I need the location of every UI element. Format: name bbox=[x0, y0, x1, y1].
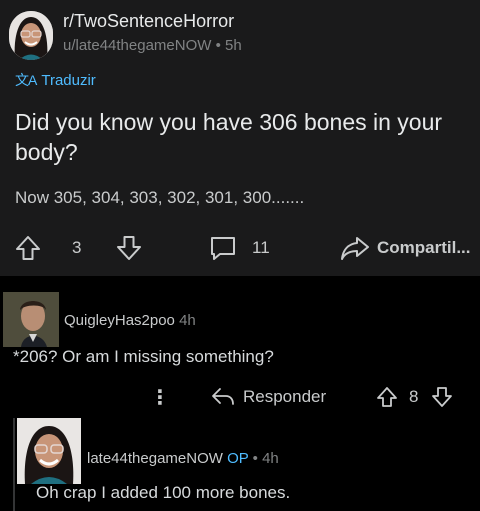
reply-button[interactable]: Responder bbox=[211, 386, 326, 408]
reply-author-avatar[interactable] bbox=[17, 418, 81, 484]
comment-age: 4h bbox=[179, 312, 196, 329]
share-label: Compartil... bbox=[377, 238, 471, 257]
post-title[interactable]: Did you know you have 306 bones in your … bbox=[15, 107, 465, 167]
arrow-down-icon bbox=[117, 236, 141, 260]
thread-line bbox=[13, 418, 15, 511]
speech-bubble-icon bbox=[211, 237, 235, 260]
comment-author-avatar[interactable] bbox=[3, 292, 59, 347]
translate-label: Traduzir bbox=[41, 71, 96, 89]
post-action-bar: 3 11 Compartil... bbox=[0, 232, 480, 264]
share-button[interactable]: Compartil... bbox=[339, 234, 471, 262]
comment-count: 11 bbox=[252, 238, 270, 257]
arrow-up-icon bbox=[377, 387, 397, 407]
downvote-button[interactable] bbox=[115, 234, 143, 262]
post-card: r/TwoSentenceHorror u/late44thegameNOW •… bbox=[0, 0, 480, 276]
reply-author[interactable]: late44thegameNOW bbox=[87, 450, 223, 467]
post-vote-count: 3 bbox=[72, 238, 82, 257]
op-badge: OP bbox=[227, 450, 249, 467]
kebab-menu-icon[interactable]: ⋮ bbox=[150, 385, 170, 410]
post-age: 5h bbox=[225, 37, 242, 54]
comment-meta: QuigleyHas2poo 4h bbox=[64, 312, 196, 329]
comment-text[interactable]: *206? Or am I missing something? bbox=[13, 347, 274, 367]
upvote-button[interactable] bbox=[14, 234, 42, 262]
meta-separator: • bbox=[252, 450, 263, 467]
comments-button[interactable]: 11 bbox=[208, 234, 270, 262]
comment-vote-count: 8 bbox=[409, 387, 419, 406]
reply-label: Responder bbox=[243, 387, 327, 406]
meta-separator: • bbox=[215, 37, 226, 54]
translate-button[interactable]: 文A Traduzir bbox=[15, 70, 96, 90]
post-author[interactable]: u/late44thegameNOW bbox=[63, 37, 211, 54]
subreddit-name[interactable]: r/TwoSentenceHorror bbox=[63, 11, 234, 32]
reply-age: 4h bbox=[262, 450, 279, 467]
post-body[interactable]: Now 305, 304, 303, 302, 301, 300....... bbox=[15, 188, 304, 208]
comment-downvote-button[interactable] bbox=[431, 386, 453, 408]
post-author-avatar[interactable] bbox=[9, 11, 53, 60]
translate-icon: 文A bbox=[15, 72, 37, 88]
comment-author[interactable]: QuigleyHas2poo bbox=[64, 312, 175, 329]
comment-upvote-button[interactable] bbox=[376, 386, 398, 408]
reply-meta: late44thegameNOW OP • 4h bbox=[87, 450, 279, 467]
post-meta: u/late44thegameNOW • 5h bbox=[63, 37, 242, 54]
comment-action-bar: ⋮ Responder 8 bbox=[0, 383, 480, 413]
reply-text[interactable]: Oh crap I added 100 more bones. bbox=[36, 483, 290, 503]
arrow-up-icon bbox=[16, 236, 40, 260]
arrow-down-icon bbox=[432, 387, 452, 407]
share-arrow-icon bbox=[341, 237, 369, 260]
reply-arrow-icon bbox=[212, 388, 234, 405]
